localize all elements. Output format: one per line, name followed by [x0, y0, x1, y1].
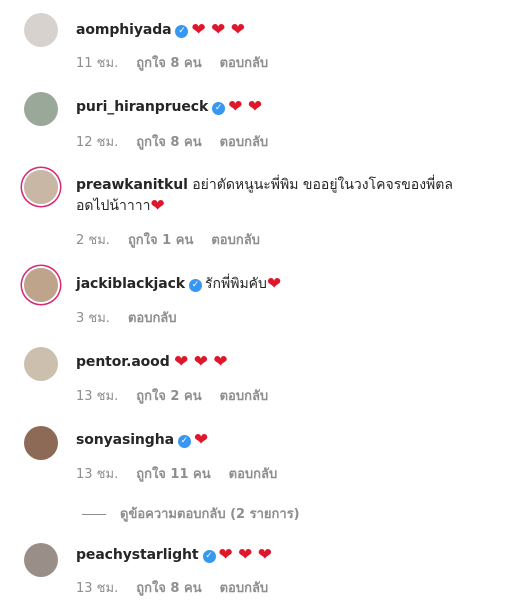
heart-emoji: ❤ — [193, 430, 209, 450]
verified-badge-icon: ✓ — [212, 102, 226, 115]
comment-text-row: aomphiyada ✓ ❤ ❤ ❤ — [76, 20, 492, 40]
heart-emoji: ❤ ❤ ❤ — [174, 352, 228, 372]
verified-badge-icon: ✓ — [189, 279, 202, 292]
comment-meta: 11 ชม. ถูกใจ 8 คน ตอบกลับ — [76, 55, 268, 73]
avatar-image — [24, 13, 58, 47]
comment-text-row: jackiblackjack ✓ รักพี่พิมคับ❤ — [76, 274, 492, 294]
comment-meta: 12 ชม. ถูกใจ 8 คน ตอบกลับ — [76, 134, 268, 152]
username[interactable]: aomphiyada — [76, 22, 172, 38]
likes-count[interactable]: ถูกใจ 8 คน — [136, 135, 201, 150]
reply-button[interactable]: ตอบกลับ — [220, 56, 269, 71]
comment-time: 12 ชม. — [76, 135, 119, 150]
view-replies-label: ดูข้อความตอบกลับ (2 รายการ) — [120, 507, 300, 522]
verified-badge-icon: ✓ — [202, 550, 216, 563]
username[interactable]: sonyasingha — [76, 432, 174, 448]
avatar[interactable] — [24, 347, 58, 381]
reply-button[interactable]: ตอบกลับ — [211, 233, 260, 248]
username[interactable]: preawkanitkul — [76, 177, 188, 193]
comment-time: 13 ชม. — [76, 467, 119, 482]
comment-time: 11 ชม. — [76, 56, 119, 71]
avatar-image — [24, 347, 58, 381]
avatar-image — [24, 268, 58, 302]
avatar[interactable] — [24, 170, 58, 204]
reply-button[interactable]: ตอบกลับ — [229, 467, 278, 482]
heart-emoji: ❤ — [266, 274, 282, 294]
username[interactable]: pentor.aood — [76, 354, 170, 370]
likes-count[interactable]: ถูกใจ 11 คน — [136, 467, 210, 482]
comment-text-row: peachystarlight ✓ ❤ ❤ ❤ — [76, 545, 492, 565]
comment-text-row: puri_hiranprueck ✓ ❤ ❤ — [76, 97, 492, 117]
likes-count[interactable]: ถูกใจ 8 คน — [136, 581, 201, 596]
avatar-image — [24, 543, 58, 577]
reply-button[interactable]: ตอบกลับ — [220, 581, 269, 596]
username[interactable]: peachystarlight — [76, 547, 199, 563]
comment-time: 13 ชม. — [76, 389, 119, 404]
comment-text-row: preawkanitkul อย่าตัดหนูนะพี่พิม ขออยู่ใ… — [76, 175, 492, 195]
username[interactable]: jackiblackjack — [76, 276, 185, 292]
avatar[interactable] — [24, 543, 58, 577]
comment-meta: 13 ชม. ถูกใจ 11 คน ตอบกลับ — [76, 466, 277, 484]
comment-meta: 3 ชม. ตอบกลับ — [76, 310, 177, 328]
avatar[interactable] — [24, 268, 58, 302]
avatar-image — [24, 170, 58, 204]
likes-count[interactable]: ถูกใจ 2 คน — [136, 389, 201, 404]
reply-button[interactable]: ตอบกลับ — [220, 389, 269, 404]
comment-time: 13 ชม. — [76, 581, 119, 596]
comment-text-row: pentor.aood ❤ ❤ ❤ — [76, 352, 492, 372]
likes-count[interactable]: ถูกใจ 1 คน — [128, 233, 193, 248]
heart-emoji: ❤ ❤ — [228, 97, 263, 117]
divider-line — [82, 514, 106, 515]
username[interactable]: puri_hiranprueck — [76, 99, 208, 115]
avatar-image — [24, 92, 58, 126]
heart-emoji: ❤ ❤ ❤ — [191, 20, 246, 40]
comment-text: รักพี่พิมคับ — [205, 276, 267, 292]
view-replies-button[interactable]: ดูข้อความตอบกลับ (2 รายการ) — [82, 506, 300, 524]
comment-text-row-2: อดไปน้าาาา❤ — [76, 196, 492, 216]
heart-emoji: ❤ ❤ ❤ — [218, 545, 273, 565]
comment-text: อย่าตัดหนูนะพี่พิม ขออยู่ในวงโคจรของพี่ต… — [192, 177, 453, 193]
comment-time: 2 ชม. — [76, 233, 110, 248]
avatar-image — [24, 426, 58, 460]
avatar[interactable] — [24, 426, 58, 460]
avatar[interactable] — [24, 92, 58, 126]
comment-text-row: sonyasingha ✓ ❤ — [76, 430, 492, 450]
likes-count[interactable]: ถูกใจ 8 คน — [136, 56, 201, 71]
comment-text-continued: อดไปน้าาาา — [76, 198, 151, 214]
avatar[interactable] — [24, 13, 58, 47]
verified-badge-icon: ✓ — [175, 25, 189, 38]
comment-time: 3 ชม. — [76, 311, 110, 326]
comment-meta: 13 ชม. ถูกใจ 2 คน ตอบกลับ — [76, 388, 268, 406]
reply-button[interactable]: ตอบกลับ — [128, 311, 177, 326]
comment-meta: 2 ชม. ถูกใจ 1 คน ตอบกลับ — [76, 232, 260, 250]
reply-button[interactable]: ตอบกลับ — [220, 135, 269, 150]
comment-meta: 13 ชม. ถูกใจ 8 คน ตอบกลับ — [76, 580, 268, 598]
heart-emoji: ❤ — [150, 196, 165, 216]
verified-badge-icon: ✓ — [177, 435, 191, 448]
